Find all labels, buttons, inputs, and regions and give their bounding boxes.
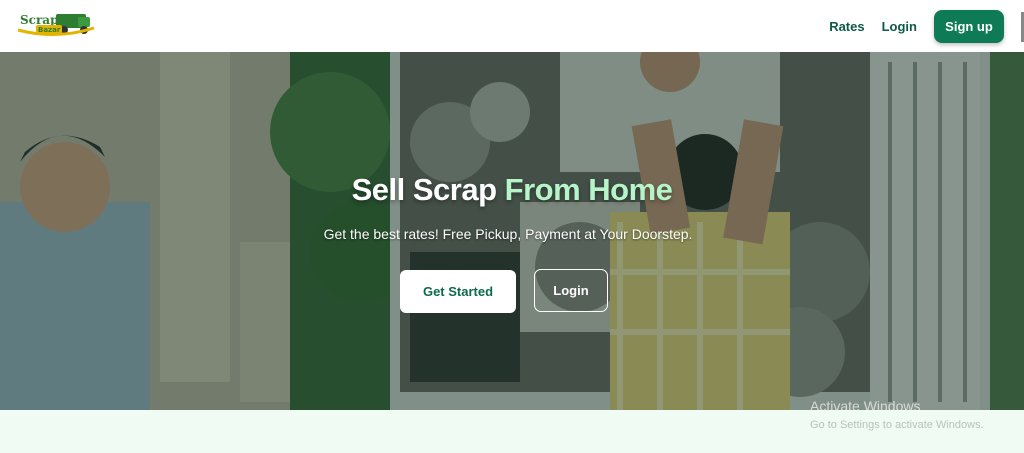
top-nav: Rates Login Sign up — [829, 0, 1004, 52]
hero-section: Sell Scrap From Home Get the best rates!… — [0, 52, 1024, 410]
nav-login-link[interactable]: Login — [882, 19, 917, 34]
hero-title-main: Sell Scrap — [351, 172, 505, 207]
next-section — [0, 410, 1024, 453]
signup-button[interactable]: Sign up — [934, 9, 1004, 43]
hero-subtitle: Get the best rates! Free Pickup, Payment… — [323, 226, 693, 242]
hero-title-accent: From Home — [504, 172, 673, 207]
activate-windows-title: Activate Windows — [810, 398, 921, 410]
activate-windows-subtitle: Go to Settings to activate Windows. — [810, 419, 984, 431]
hero-title: Sell Scrap From Home — [0, 172, 1024, 208]
nav-rates-link[interactable]: Rates — [829, 19, 864, 34]
svg-text:Scrap: Scrap — [20, 13, 58, 27]
scrap-truck-logo-icon[interactable]: Scrap Bazar — [16, 10, 96, 38]
svg-text:Bazar: Bazar — [38, 26, 61, 34]
site-header: Scrap Bazar Rates Login Sign up — [0, 0, 1024, 52]
get-started-button[interactable]: Get Started — [400, 270, 516, 313]
hero-login-button[interactable]: Login — [534, 269, 608, 312]
